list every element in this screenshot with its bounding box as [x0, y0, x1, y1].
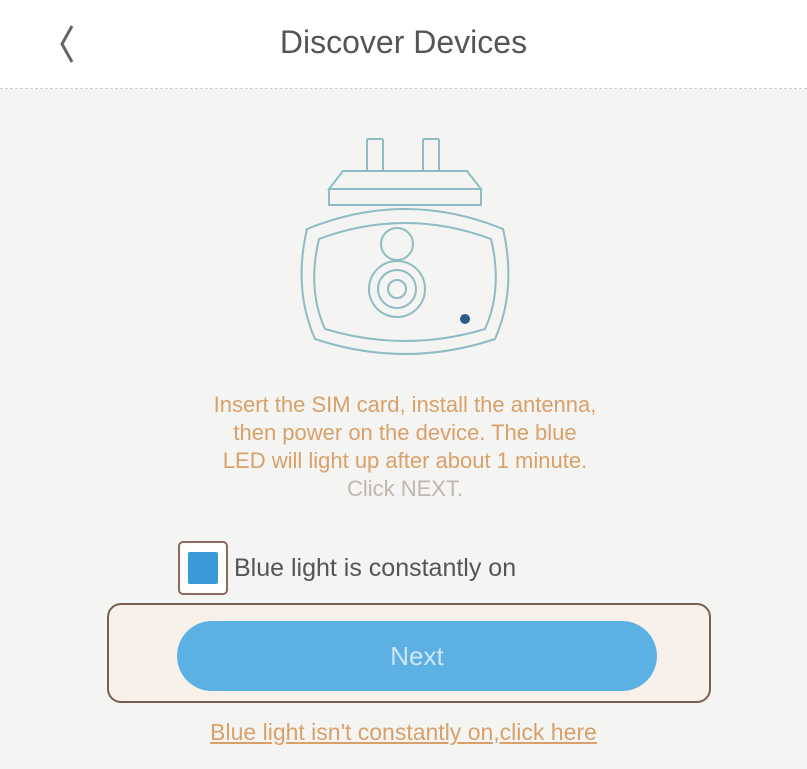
blue-light-confirm-row[interactable]: Blue light is constantly on — [178, 541, 516, 595]
instruction-line-3: LED will light up after about 1 minute. — [222, 448, 588, 473]
next-button-frame: Next — [107, 603, 711, 703]
instruction-line-1: Insert the SIM card, install the antenna… — [213, 392, 597, 417]
instruction-line-2: then power on the device. The blue — [233, 420, 577, 445]
instruction-message: Insert the SIM card, install the antenna… — [150, 391, 660, 503]
blue-light-checkbox-label[interactable]: Blue light is constantly on — [234, 554, 516, 583]
blue-light-help-link[interactable]: Blue light isn't constantly on,click her… — [0, 719, 807, 746]
blue-light-checkbox[interactable] — [178, 541, 228, 595]
header-bar: Discover Devices — [0, 0, 807, 89]
camera-device-illustration — [285, 109, 525, 379]
page-title: Discover Devices — [279, 24, 528, 60]
checkbox-checked-indicator — [188, 552, 218, 584]
camera-device-icon — [300, 138, 510, 355]
next-button[interactable]: Next — [177, 621, 657, 691]
instruction-line-4: Click NEXT. — [346, 476, 464, 501]
content-area: Insert the SIM card, install the antenna… — [0, 89, 807, 769]
